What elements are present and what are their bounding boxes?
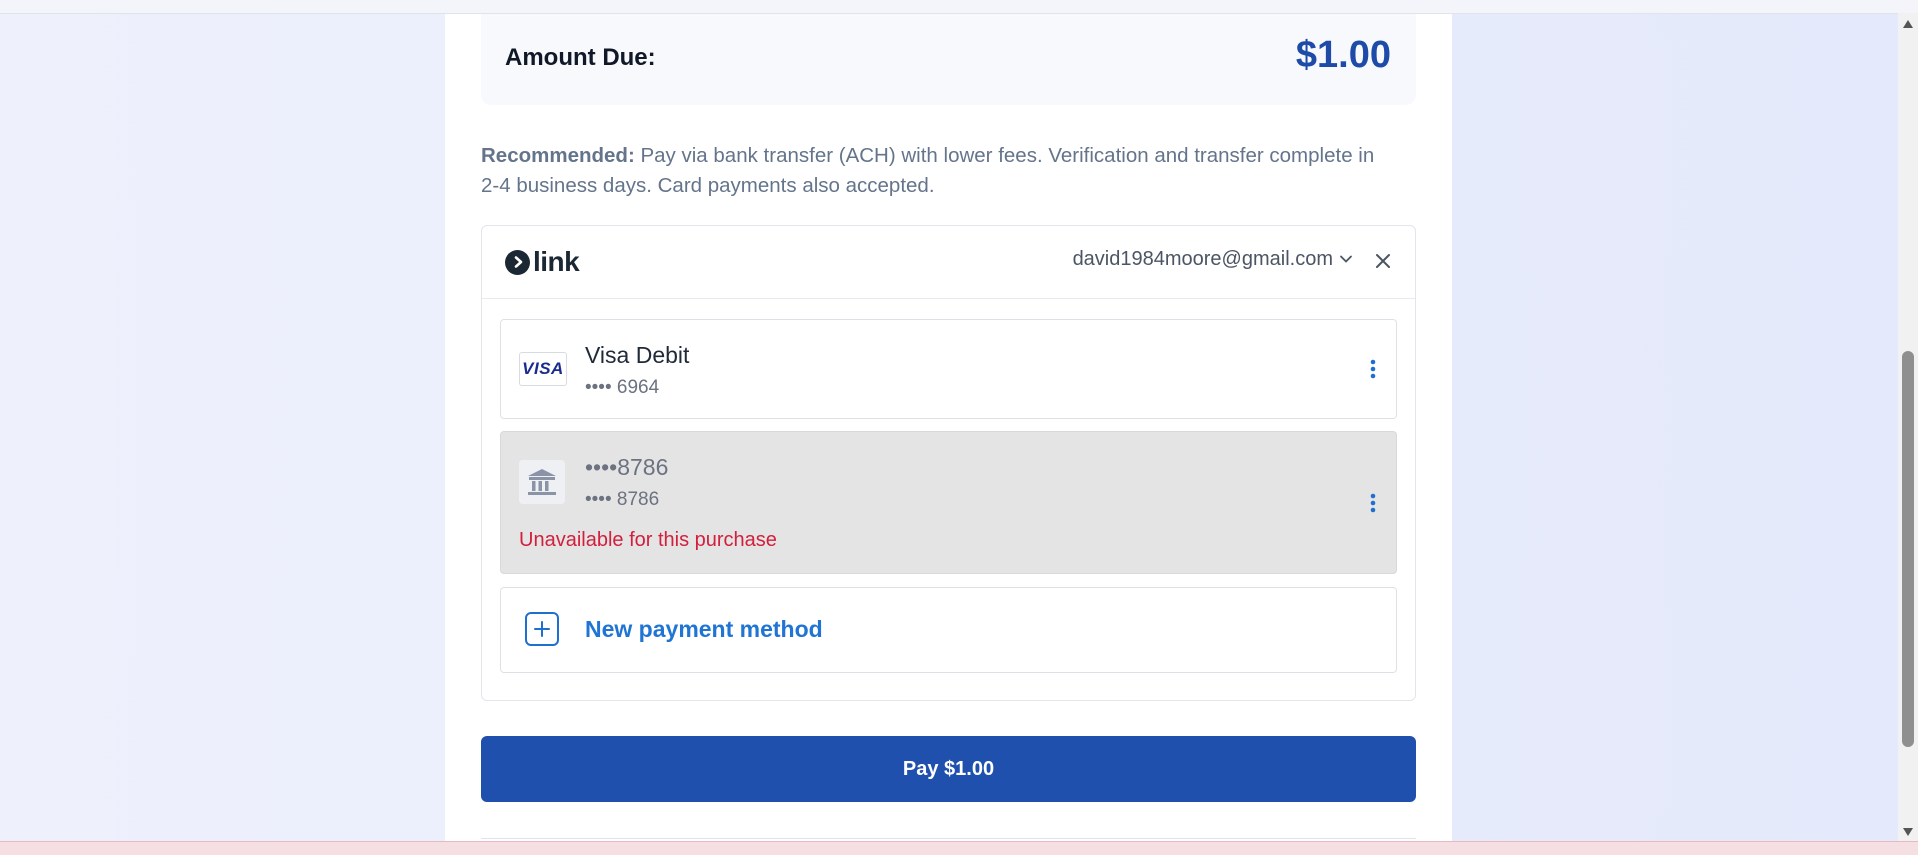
more-options-icon[interactable]	[1370, 358, 1376, 380]
link-brand-word: link	[533, 246, 580, 277]
payment-method-bank[interactable]: ••••8786 •••• 8786 Unavailable for this …	[500, 431, 1397, 574]
close-icon[interactable]	[1373, 251, 1393, 271]
recommendation-text: Recommended: Pay via bank transfer (ACH)…	[481, 141, 1391, 201]
link-wallet-panel: link david1984moore@gmail.com VISA Visa …	[481, 225, 1416, 701]
taskbar-edge	[0, 841, 1918, 855]
scroll-up-arrow-icon[interactable]	[1902, 17, 1914, 29]
plus-icon	[525, 612, 559, 646]
page-scrollbar[interactable]	[1898, 13, 1918, 841]
scrollbar-thumb[interactable]	[1902, 351, 1914, 747]
account-email: david1984moore@gmail.com	[1072, 248, 1333, 270]
link-chevron-icon	[505, 249, 530, 275]
payment-method-title: Visa Debit	[585, 342, 690, 368]
bank-icon	[519, 460, 565, 504]
unavailable-warning: Unavailable for this purchase	[519, 529, 777, 551]
scroll-down-arrow-icon[interactable]	[1902, 825, 1914, 837]
divider	[481, 838, 1416, 839]
amount-due-box: Amount Due: $1.00	[481, 14, 1416, 105]
browser-top-edge	[0, 0, 1918, 14]
new-payment-method-button[interactable]: New payment method	[500, 587, 1397, 673]
recommendation-label: Recommended:	[481, 144, 635, 167]
link-logo: link	[505, 246, 580, 277]
new-payment-method-label: New payment method	[585, 616, 823, 642]
visa-card-icon: VISA	[519, 352, 567, 386]
checkout-card: Amount Due: $1.00 Recommended: Pay via b…	[445, 14, 1452, 854]
more-options-icon[interactable]	[1370, 492, 1376, 514]
payment-method-last4: •••• 6964	[585, 377, 660, 398]
payment-method-visa[interactable]: VISA Visa Debit •••• 6964	[500, 319, 1397, 419]
pay-button[interactable]: Pay $1.00	[481, 736, 1416, 802]
amount-due-value: $1.00	[1295, 34, 1391, 76]
payment-method-title: ••••8786	[585, 454, 669, 480]
link-header: link david1984moore@gmail.com	[482, 226, 1415, 299]
account-email-dropdown[interactable]: david1984moore@gmail.com	[1073, 248, 1353, 271]
amount-due-label: Amount Due:	[505, 44, 656, 71]
chevron-down-icon	[1339, 251, 1353, 269]
payment-method-last4: •••• 8786	[585, 489, 660, 510]
